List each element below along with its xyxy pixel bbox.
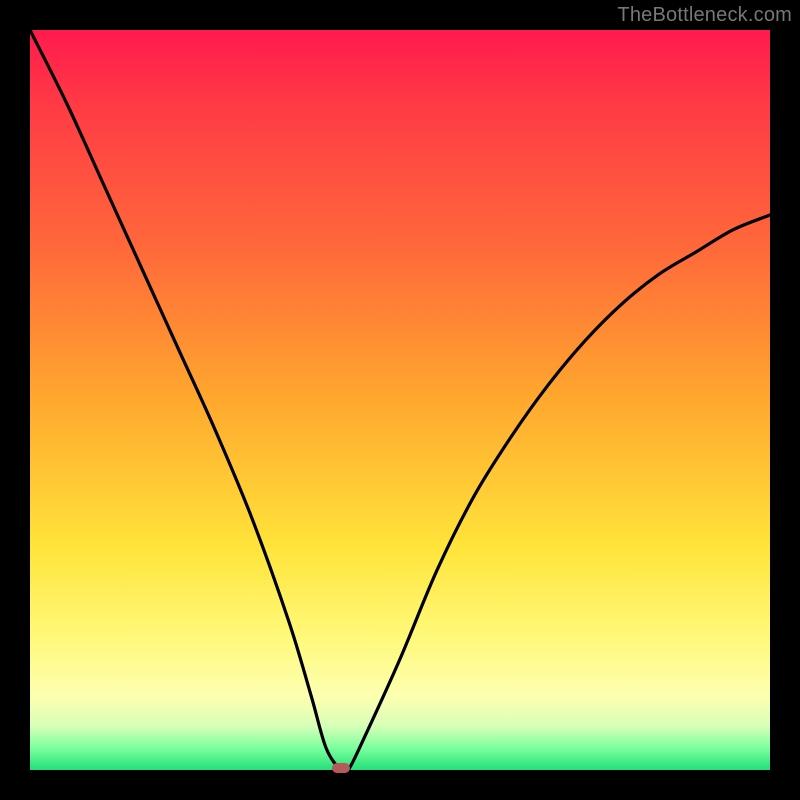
plot-area — [30, 30, 770, 770]
minimum-marker — [332, 763, 350, 773]
chart-frame: TheBottleneck.com — [0, 0, 800, 800]
watermark-text: TheBottleneck.com — [617, 4, 792, 27]
bottleneck-curve — [30, 30, 770, 770]
